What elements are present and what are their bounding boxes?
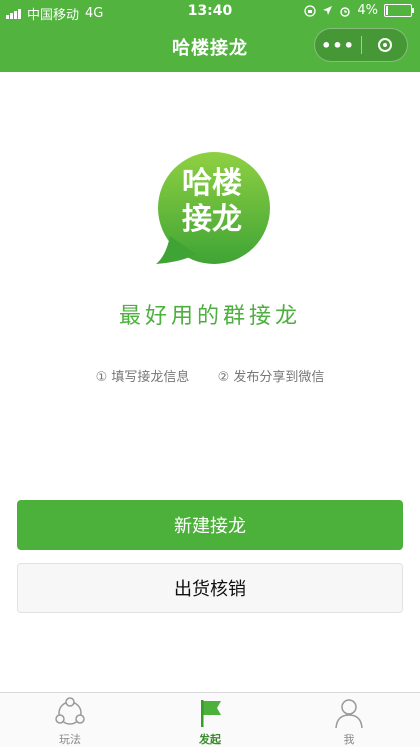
status-right: 4%: [304, 3, 414, 18]
tab-bar: 玩法 发起 我: [0, 692, 420, 747]
user-icon: [335, 699, 363, 729]
steps-hint: ① 填写接龙信息 ② 发布分享到微信: [0, 366, 420, 385]
verify-shipment-button[interactable]: 出货核销: [17, 563, 403, 613]
top-bar: 中国移动 4G 13:40 4% 哈楼接龙 •••: [0, 0, 420, 72]
location-icon: [323, 6, 333, 15]
new-relay-button[interactable]: 新建接龙: [17, 500, 403, 550]
mini-program-capsule: •••: [314, 28, 408, 62]
close-circle-icon: [377, 38, 392, 52]
logo-line-1: 哈楼: [182, 166, 242, 201]
app-logo: 哈楼 接龙: [152, 152, 272, 272]
close-button[interactable]: [362, 38, 407, 52]
status-bar: 中国移动 4G 13:40 4%: [0, 0, 420, 24]
step-2: ② 发布分享到微信: [217, 370, 325, 385]
tab-launch-label: 发起: [199, 733, 221, 746]
tab-play[interactable]: 玩法: [30, 697, 110, 747]
logo-text: 哈楼 接龙: [152, 166, 272, 238]
battery-percent: 4%: [357, 3, 378, 18]
slogan: 最好用的群接龙: [118, 304, 301, 329]
step-1: ① 填写接龙信息: [95, 370, 190, 385]
more-button[interactable]: •••: [315, 36, 361, 55]
tab-play-label: 玩法: [59, 733, 81, 746]
flag-icon: [201, 700, 221, 727]
logo-line-2: 接龙: [182, 202, 242, 237]
tab-launch[interactable]: 发起: [170, 697, 250, 747]
tab-me[interactable]: 我: [309, 697, 389, 747]
lock-rotation-icon: [304, 4, 317, 17]
share-icon: [55, 697, 85, 725]
battery-icon: [384, 4, 414, 17]
tab-me-label: 我: [343, 733, 355, 746]
alarm-icon: [340, 6, 351, 17]
